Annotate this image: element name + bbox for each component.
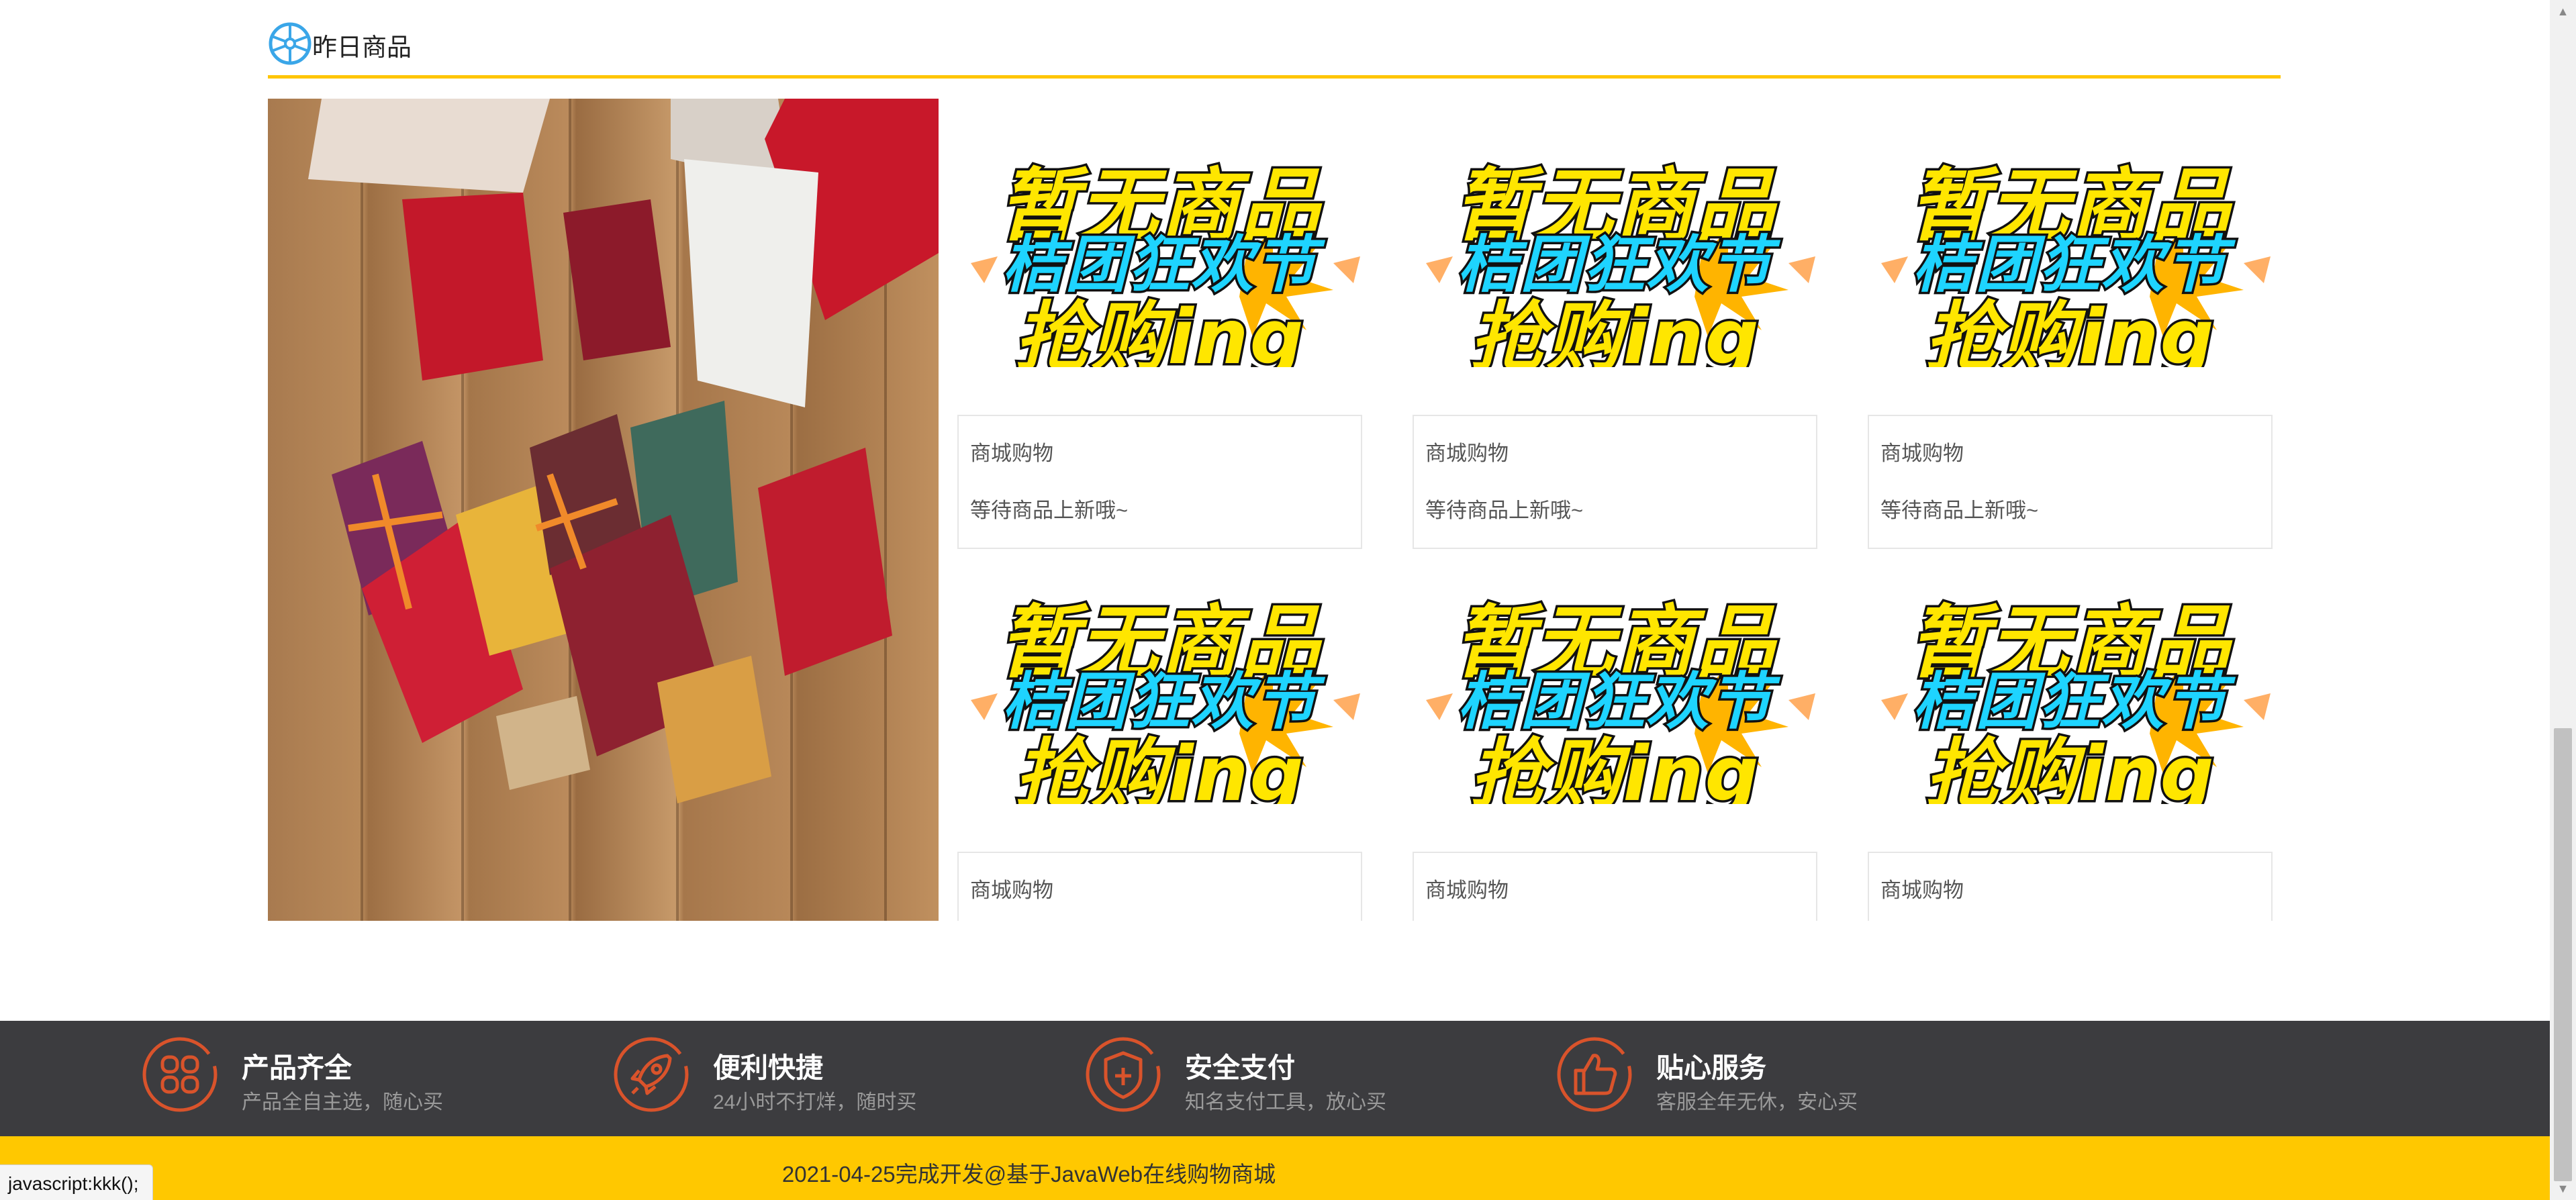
footer: 2021-04-25完成开发@基于JavaWeb在线购物商城: [0, 1136, 2550, 1200]
feature-title: 便利快捷: [713, 1052, 823, 1083]
feature-subtitle: 知名支付工具，放心买: [1185, 1091, 1386, 1113]
scroll-down-icon[interactable]: ▼: [2557, 1183, 2569, 1195]
product-name[interactable]: 商城购物: [1425, 873, 1509, 903]
product-name[interactable]: 商城购物: [1425, 436, 1509, 466]
wheel-icon: [269, 22, 312, 65]
scroll-up-icon[interactable]: ▲: [2557, 5, 2569, 18]
promo-line-3: 抢购ing: [1923, 292, 2216, 368]
product-card[interactable]: 暂无商品桔团狂欢节抢购ing 商城购物等待商品上新哦~: [1413, 129, 1817, 549]
product-name[interactable]: 商城购物: [1880, 436, 1964, 466]
promo-line-3: 抢购ing: [1468, 292, 1761, 368]
promo-line-3: 抢购ing: [1012, 292, 1306, 368]
product-info: 商城购物等待商品上新哦~: [1868, 852, 2273, 921]
footer-text: 2021-04-25完成开发@基于JavaWeb在线购物商城: [781, 1162, 1276, 1187]
product-info: 商城购物等待商品上新哦~: [1413, 852, 1817, 921]
product-info: 商城购物等待商品上新哦~: [1868, 415, 2273, 549]
product-image[interactable]: 暂无商品 桔团狂欢节 抢购ing: [1413, 129, 1817, 367]
vertical-scrollbar[interactable]: ▲ ▼: [2550, 0, 2576, 1200]
product-card[interactable]: 暂无商品桔团狂欢节抢购ing 商城购物等待商品上新哦~: [957, 566, 1362, 921]
product-image[interactable]: 暂无商品 桔团狂欢节 抢购ing: [957, 566, 1362, 804]
section-title: 昨日商品: [312, 34, 412, 61]
product-name[interactable]: 商城购物: [970, 436, 1053, 466]
feature-title: 产品齐全: [242, 1052, 352, 1083]
rocket-icon: [614, 1037, 689, 1112]
feature-title: 贴心服务: [1656, 1052, 1766, 1083]
promo-line-3: 抢购ing: [1012, 729, 1306, 805]
feature-subtitle: 产品全自主选，随心买: [242, 1091, 443, 1113]
feature-image[interactable]: [268, 99, 939, 921]
product-desc: 等待商品上新哦~: [1425, 499, 1584, 522]
product-card[interactable]: 暂无商品桔团狂欢节抢购ing 商城购物等待商品上新哦~: [1868, 129, 2273, 549]
product-name[interactable]: 商城购物: [970, 873, 1053, 903]
thumbs-up-icon: [1557, 1037, 1632, 1112]
product-card[interactable]: 暂无商品桔团狂欢节抢购ing 商城购物等待商品上新哦~: [1413, 566, 1817, 921]
grid-icon: [142, 1037, 218, 1112]
product-image[interactable]: 暂无商品 桔团狂欢节 抢购ing: [957, 129, 1362, 367]
feature-subtitle: 24小时不打烊，随时买: [713, 1091, 917, 1113]
product-info: 商城购物等待商品上新哦~: [957, 415, 1362, 549]
product-info: 商城购物等待商品上新哦~: [1413, 415, 1817, 549]
product-card[interactable]: 暂无商品桔团狂欢节抢购ing 商城购物等待商品上新哦~: [1868, 566, 2273, 921]
feature-subtitle: 客服全年无休，安心买: [1656, 1091, 1858, 1113]
product-name[interactable]: 商城购物: [1880, 873, 1964, 903]
product-image[interactable]: 暂无商品 桔团狂欢节 抢购ing: [1868, 566, 2273, 804]
product-image[interactable]: 暂无商品 桔团狂欢节 抢购ing: [1413, 566, 1817, 804]
product-image[interactable]: 暂无商品 桔团狂欢节 抢购ing: [1868, 129, 2273, 367]
status-url: javascript:kkk();: [0, 1164, 153, 1200]
product-card[interactable]: 暂无商品桔团狂欢节抢购ing 商城购物等待商品上新哦~: [957, 129, 1362, 549]
product-desc: 等待商品上新哦~: [1880, 499, 2039, 522]
gift-boxes-illustration: [308, 99, 939, 921]
scrollbar-thumb[interactable]: [2554, 728, 2572, 1181]
shield-icon: [1086, 1037, 1161, 1112]
promo-line-3: 抢购ing: [1468, 729, 1761, 805]
feature-title: 安全支付: [1185, 1052, 1295, 1083]
promo-line-3: 抢购ing: [1923, 729, 2216, 805]
product-info: 商城购物等待商品上新哦~: [957, 852, 1362, 921]
product-grid: 暂无商品 桔团狂欢节 抢购ing 商城购物 等待商品上新哦~ 暂无商品 桔团狂欢节 抢购ing…: [940, 99, 2283, 921]
product-desc: 等待商品上新哦~: [970, 499, 1129, 522]
features-bar: 产品齐全 产品全自主选，随心买 便利快捷 24小时不打烊，随时买 安全支付 知名…: [0, 1021, 2550, 1136]
section-header: 昨日商品: [268, 20, 2281, 79]
